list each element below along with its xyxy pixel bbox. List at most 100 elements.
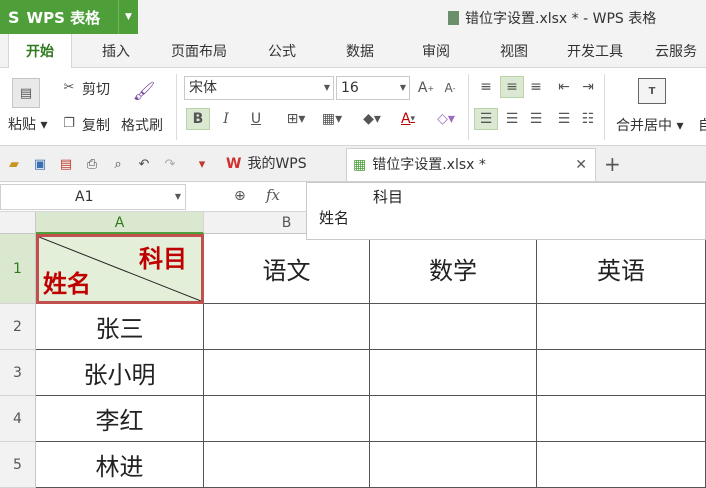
menu-tabs: 开始 插入 页面布局 公式 数据 审阅 视图 开发工具 云服务: [0, 34, 706, 69]
tab-formula[interactable]: 公式: [254, 34, 310, 68]
row-header-1[interactable]: 1: [0, 234, 36, 304]
title-bar: S WPS 表格 ▼ 错位字设置.xlsx * - WPS 表格: [0, 0, 706, 34]
cell-c3[interactable]: [370, 350, 537, 396]
tab-review[interactable]: 审阅: [408, 34, 464, 68]
tab-insert[interactable]: 插入: [88, 34, 144, 68]
increase-font-icon[interactable]: A +: [414, 77, 438, 99]
undo-icon[interactable]: ↶: [136, 156, 152, 172]
align-bottom-icon[interactable]: ≡: [524, 76, 548, 98]
cell-c1[interactable]: 数学: [370, 234, 537, 304]
row-header-2[interactable]: 2: [0, 304, 36, 350]
cell-b5[interactable]: [204, 442, 370, 488]
export-pdf-icon[interactable]: ▤: [58, 156, 74, 172]
spreadsheet-file-icon: ▦: [353, 157, 367, 173]
copy-button[interactable]: 复制: [82, 115, 110, 135]
open-folder-icon[interactable]: ▰: [6, 156, 22, 172]
cell-d2[interactable]: [537, 304, 706, 350]
increase-indent-icon[interactable]: ⇥: [576, 76, 600, 98]
redo-icon[interactable]: ↷: [162, 156, 178, 172]
select-all-corner[interactable]: [0, 212, 36, 234]
name-box[interactable]: A1 ▼: [0, 184, 186, 210]
align-center-icon[interactable]: ☰: [500, 108, 524, 130]
tab-page-layout[interactable]: 页面布局: [160, 34, 238, 68]
scissors-icon[interactable]: ✂: [60, 78, 78, 96]
print-icon[interactable]: ⎙: [84, 156, 100, 172]
distributed-align-icon[interactable]: ☷: [576, 108, 600, 130]
copy-icon[interactable]: ❐: [60, 114, 78, 132]
cell-c5[interactable]: [370, 442, 537, 488]
cell-a1[interactable]: 科目 姓名: [36, 234, 204, 304]
border-icon[interactable]: ⊞▾: [278, 108, 314, 130]
tab-cloud[interactable]: 云服务: [646, 34, 706, 68]
cell-b2[interactable]: [204, 304, 370, 350]
merge-center-icon[interactable]: T: [638, 78, 666, 104]
cell-b4[interactable]: [204, 396, 370, 442]
wrap-text-button[interactable]: 自: [698, 115, 706, 135]
fill-color-icon[interactable]: ◆▾: [354, 108, 390, 130]
cell-d4[interactable]: [537, 396, 706, 442]
tab-active-file[interactable]: ▦ 错位字设置.xlsx * ✕: [346, 148, 596, 181]
print-preview-icon[interactable]: ⌕: [110, 156, 126, 172]
cell-d5[interactable]: [537, 442, 706, 488]
tab-developer[interactable]: 开发工具: [558, 34, 632, 68]
app-name: WPS 表格: [26, 8, 101, 27]
align-middle-icon[interactable]: ≡: [500, 76, 524, 98]
italic-button[interactable]: I: [214, 108, 238, 130]
cell-b3[interactable]: [204, 350, 370, 396]
column-header-a[interactable]: A: [36, 212, 204, 234]
app-menu-dropdown-icon[interactable]: ▼: [118, 0, 138, 34]
cell-a2[interactable]: 张三: [36, 304, 204, 350]
spreadsheet-grid[interactable]: A B C D 1 2 3 4 5 科目 姓名 语文 数学 英语 张三 张小明 …: [0, 212, 706, 488]
font-color-icon[interactable]: A ▾: [390, 108, 426, 130]
align-left-icon[interactable]: ☰: [474, 108, 498, 130]
row-header-5[interactable]: 5: [0, 442, 36, 488]
a1-subject-label: 科目: [139, 244, 187, 273]
format-painter-icon[interactable]: 🖌: [132, 78, 156, 104]
decrease-font-icon[interactable]: A-: [438, 77, 462, 99]
cell-d1[interactable]: 英语: [537, 234, 706, 304]
formula-line-2: 姓名: [319, 209, 350, 227]
tab-my-wps[interactable]: W 我的WPS: [218, 148, 344, 181]
cell-a5[interactable]: 林进: [36, 442, 204, 488]
cell-style-icon[interactable]: ▦▾: [314, 108, 350, 130]
row-header-3[interactable]: 3: [0, 350, 36, 396]
zoom-formula-icon[interactable]: ⊕: [234, 188, 246, 204]
cell-c4[interactable]: [370, 396, 537, 442]
cell-c2[interactable]: [370, 304, 537, 350]
customize-toolbar-icon[interactable]: ▾: [194, 156, 210, 172]
clear-format-icon[interactable]: ◇▾: [428, 108, 464, 130]
tab-home[interactable]: 开始: [8, 34, 72, 69]
format-painter-button[interactable]: 格式刷: [121, 115, 163, 135]
document-tab-bar: ▰ ▣ ▤ ⎙ ⌕ ↶ ↷ ▾ W 我的WPS ▦ 错位字设置.xlsx * ✕ +: [0, 146, 706, 182]
tab-data[interactable]: 数据: [332, 34, 388, 68]
cell-a3[interactable]: 张小明: [36, 350, 204, 396]
formula-edit-box[interactable]: 科目 姓名: [306, 182, 706, 240]
merge-center-button[interactable]: 合并居中 ▾: [616, 115, 683, 135]
cell-a4[interactable]: 李红: [36, 396, 204, 442]
a1-name-label: 姓名: [43, 269, 91, 298]
bold-button[interactable]: B: [186, 108, 210, 130]
cell-d3[interactable]: [537, 350, 706, 396]
ribbon-separator: [604, 74, 605, 140]
save-icon[interactable]: ▣: [32, 156, 48, 172]
new-tab-icon[interactable]: +: [604, 148, 621, 181]
cell-b1[interactable]: 语文: [204, 234, 370, 304]
ribbon-separator: [468, 74, 469, 140]
justify-icon[interactable]: ☰: [552, 108, 576, 130]
row-header-4[interactable]: 4: [0, 396, 36, 442]
align-right-icon[interactable]: ☰: [524, 108, 548, 130]
insert-function-icon[interactable]: fx: [266, 186, 280, 204]
underline-button[interactable]: U: [244, 108, 268, 130]
cut-button[interactable]: 剪切: [82, 79, 110, 99]
file-icon: [448, 11, 459, 25]
tab-view[interactable]: 视图: [486, 34, 542, 68]
decrease-indent-icon[interactable]: ⇤: [552, 76, 576, 98]
paste-icon[interactable]: ▤: [12, 78, 40, 108]
close-tab-icon[interactable]: ✕: [575, 149, 587, 182]
wps-brand-icon: W: [226, 156, 242, 172]
font-name-select[interactable]: 宋体 ▼: [184, 76, 334, 100]
app-menu-button[interactable]: S WPS 表格 ▼: [0, 0, 138, 34]
font-size-select[interactable]: 16 ▼: [336, 76, 410, 100]
paste-button[interactable]: 粘贴 ▾: [8, 114, 47, 134]
align-top-icon[interactable]: ≡: [474, 76, 498, 98]
